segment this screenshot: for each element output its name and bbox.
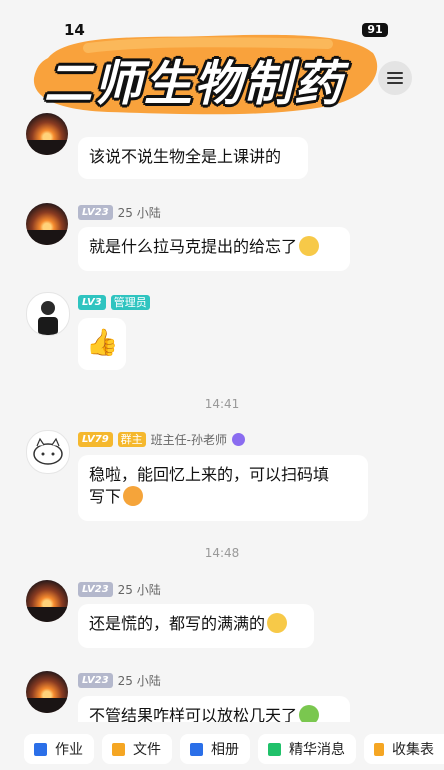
thinking-face-emoji-icon — [267, 613, 288, 633]
toolbar-homework-button[interactable]: 作业 — [24, 734, 94, 764]
sender-name[interactable]: 班主任-孙老师 — [151, 431, 227, 448]
avatar[interactable] — [26, 580, 68, 622]
menu-icon-line — [387, 77, 403, 79]
sender-meta: LV79 群主 班主任-孙老师 — [78, 431, 245, 447]
sender-meta: LV3 管理员 — [78, 294, 150, 310]
album-icon — [190, 742, 203, 756]
vip-icon — [232, 432, 245, 446]
sender-name[interactable]: 25 小陆 — [118, 672, 161, 689]
toolbar-files-button[interactable]: 文件 — [102, 734, 172, 764]
message-bubble[interactable]: 就是什么拉马克提出的给忘了 — [78, 227, 350, 271]
level-badge: LV79 — [78, 431, 113, 447]
toolbar-essence-button[interactable]: 精华消息 — [258, 734, 356, 764]
toolbar-label: 相册 — [211, 742, 239, 758]
sender-meta: LV23 25 小陆 — [78, 204, 161, 220]
toolbar-label: 作业 — [55, 742, 83, 758]
toolbar-album-button[interactable]: 相册 — [180, 734, 250, 764]
toolbar-label: 精华消息 — [289, 742, 345, 758]
avatar[interactable] — [26, 430, 70, 474]
thumbs-up-emoji: 👍 — [86, 328, 119, 358]
timestamp: 14:41 — [204, 397, 240, 411]
cat-face-icon — [33, 437, 63, 465]
message-text-line: 稳啦，能回忆上来的，可以扫码填 — [89, 465, 330, 484]
avatar[interactable] — [26, 671, 68, 713]
sender-name[interactable]: 25 小陆 — [118, 581, 161, 598]
crying-face-emoji-icon — [299, 236, 320, 256]
homework-icon — [34, 742, 47, 756]
toolbar-label: 收集表 — [392, 742, 434, 758]
message-text: 还是慌的，都写的满满的 — [89, 614, 266, 633]
avatar[interactable] — [26, 292, 70, 336]
role-badge: 群主 — [117, 431, 146, 447]
menu-icon-line — [387, 82, 403, 84]
level-badge: LV23 — [78, 204, 113, 220]
form-icon — [374, 742, 384, 756]
message-text: 就是什么拉马克提出的给忘了 — [89, 237, 298, 256]
sender-name[interactable]: 25 小陆 — [118, 204, 161, 221]
angry-face-emoji-icon — [123, 486, 144, 506]
sender-meta: LV23 25 小陆 — [78, 672, 161, 688]
message-bubble[interactable]: 稳啦，能回忆上来的，可以扫码填 写下 — [78, 455, 368, 521]
avatar[interactable] — [26, 203, 68, 245]
message-bubble[interactable]: 👍 — [78, 318, 126, 370]
message-text-line: 写下 — [89, 487, 122, 506]
message-bubble[interactable]: 还是慌的，都写的满满的 — [78, 604, 314, 648]
timestamp: 14:48 — [204, 546, 240, 560]
toolbar-form-button[interactable]: 收集表 — [364, 734, 444, 764]
folder-icon — [112, 742, 125, 756]
menu-icon — [387, 72, 403, 74]
message-text: 该说不说生物全是上课讲的 — [89, 147, 282, 166]
level-badge: LV23 — [78, 672, 113, 688]
bottom-toolbar: 作业 文件 相册 精华消息 收集表 — [0, 722, 444, 770]
essence-icon — [268, 742, 281, 756]
sender-meta: LV23 25 小陆 — [78, 581, 161, 597]
role-badge: 管理员 — [110, 294, 150, 310]
title-overlay: 二师生物制药 — [44, 56, 345, 112]
message-bubble[interactable]: 该说不说生物全是上课讲的 — [78, 137, 308, 179]
person-icon — [38, 301, 58, 335]
level-badge: LV23 — [78, 581, 113, 597]
menu-button[interactable] — [378, 61, 412, 95]
level-badge: LV3 — [78, 294, 106, 310]
avatar[interactable] — [26, 113, 68, 155]
toolbar-label: 文件 — [133, 742, 161, 758]
